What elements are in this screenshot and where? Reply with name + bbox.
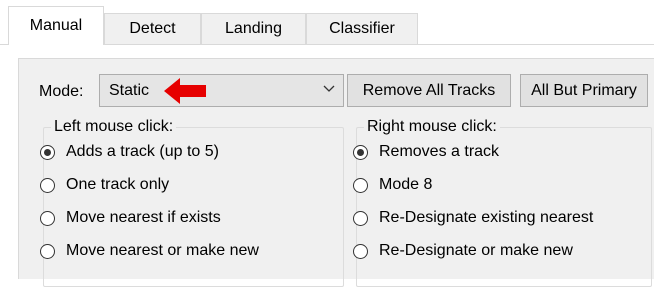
tab-landing[interactable]: Landing [201,13,306,44]
remove-all-tracks-button[interactable]: Remove All Tracks [347,74,511,107]
all-but-primary-label: All But Primary [531,81,637,99]
tab-label: Classifier [329,20,395,37]
radio-label: One track only [66,176,170,193]
radio-label: Move nearest if exists [66,209,221,226]
left-mouse-click-group: Left mouse click: Adds a track (up to 5)… [40,118,344,287]
radio-button[interactable] [353,210,368,226]
tab-label: Landing [225,20,282,37]
radio-label: Mode 8 [379,176,433,193]
left-group-title: Left mouse click: [51,118,177,136]
mode-select[interactable]: Static [99,74,344,107]
radio-label: Adds a track (up to 5) [66,143,219,160]
right-group-title: Right mouse click: [364,118,500,136]
radio-label: Move nearest or make new [66,242,259,259]
radio-label: Re-Designate existing nearest [379,209,594,226]
tab-manual[interactable]: Manual [8,6,104,45]
mode-select-value: Static [109,82,150,99]
tab-label: Manual [29,17,83,34]
right-mouse-click-group: Right mouse click: Removes a track Mode … [353,118,652,287]
tab-classifier[interactable]: Classifier [306,13,418,44]
radio-button[interactable] [40,144,55,160]
radio-label: Re-Designate or make new [379,242,573,259]
radio-option-move-nearest-or-make-new[interactable]: Move nearest or make new [40,242,259,260]
radio-button[interactable] [353,144,368,160]
radio-button[interactable] [40,210,55,226]
radio-option-mode-8[interactable]: Mode 8 [353,176,432,194]
mode-label: Mode: [39,83,84,100]
tab-strip: Manual Detect Landing Classifier [0,0,654,45]
red-arrow-annotation-icon [164,78,206,104]
radio-label: Removes a track [379,143,500,160]
radio-button[interactable] [353,177,368,193]
tab-detect[interactable]: Detect [104,13,201,44]
radio-button[interactable] [353,243,368,259]
radio-option-adds-track[interactable]: Adds a track (up to 5) [40,143,219,161]
all-but-primary-button[interactable]: All But Primary [520,74,648,107]
radio-button[interactable] [40,243,55,259]
radio-option-move-nearest-if-exists[interactable]: Move nearest if exists [40,209,221,227]
radio-option-removes-track[interactable]: Removes a track [353,143,499,161]
radio-button[interactable] [40,177,55,193]
radio-option-redesignate-existing-nearest[interactable]: Re-Designate existing nearest [353,209,593,227]
radio-option-redesignate-or-make-new[interactable]: Re-Designate or make new [353,242,573,260]
tab-label: Detect [129,20,176,37]
radio-option-one-track-only[interactable]: One track only [40,176,169,194]
remove-all-tracks-label: Remove All Tracks [362,81,496,99]
manual-panel: Mode: Static Remove All Tracks All But P… [18,58,654,287]
chevron-down-icon [323,85,335,92]
